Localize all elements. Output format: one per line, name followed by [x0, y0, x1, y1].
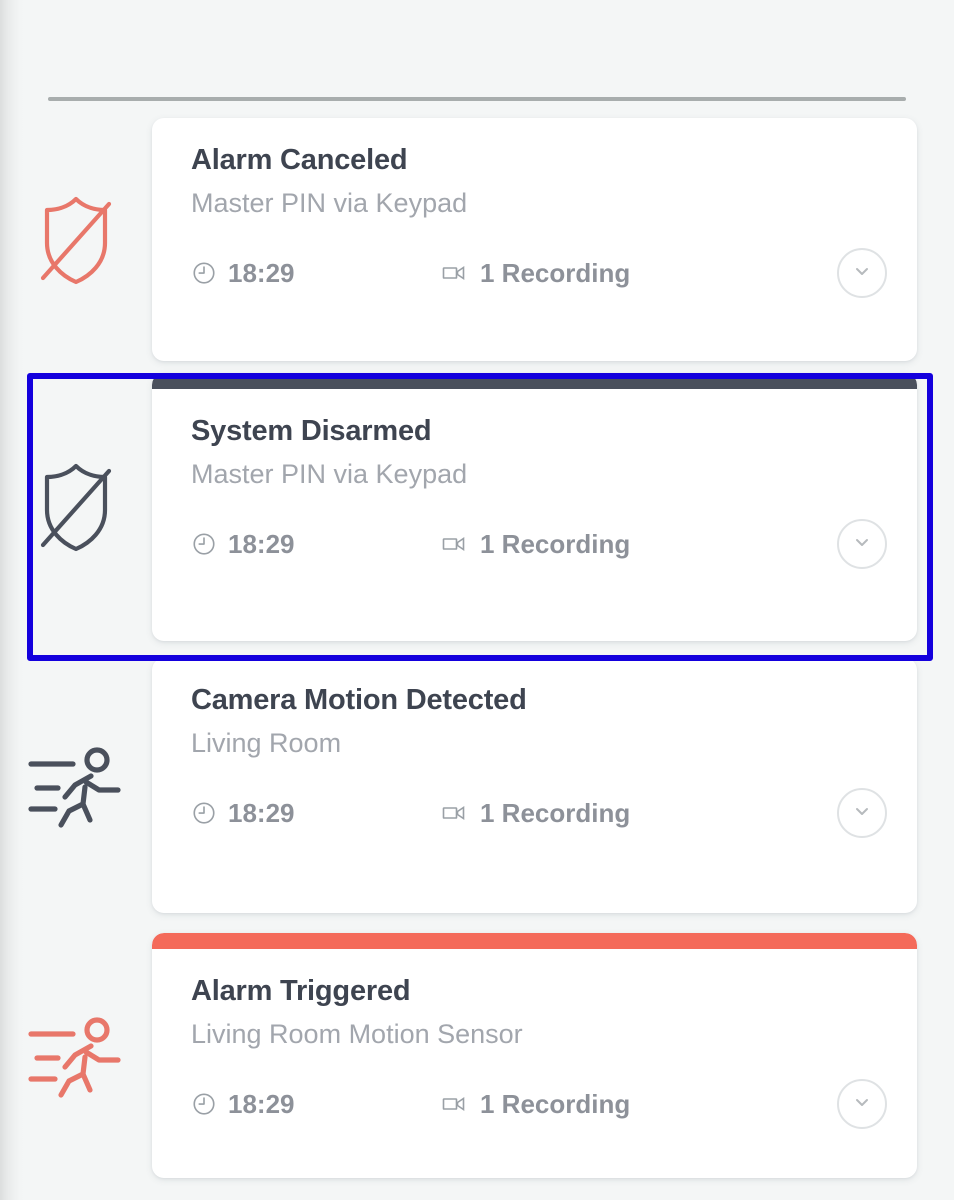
event-row-1[interactable]: System Disarmed Master PIN via Keypad 18… — [0, 373, 954, 641]
event-title: System Disarmed — [191, 415, 432, 447]
event-card-status-bar — [152, 933, 917, 949]
event-card-status-bar — [152, 373, 917, 389]
video-camera-icon — [441, 1092, 469, 1116]
running-person-motion-icon — [28, 746, 121, 828]
event-recordings: 1 Recording — [441, 258, 630, 289]
expand-event-button[interactable] — [837, 1079, 887, 1130]
event-time: 18:29 — [191, 798, 441, 829]
event-recordings-text: 1 Recording — [480, 797, 631, 828]
video-camera-icon — [441, 801, 469, 825]
section-divider — [48, 97, 906, 101]
event-card-body: System Disarmed Master PIN via Keypad 18… — [152, 389, 917, 591]
shield-off-icon — [40, 463, 112, 552]
chevron-down-icon — [850, 799, 874, 828]
expand-event-button[interactable] — [837, 519, 887, 570]
event-card-body: Alarm Triggered Living Room Motion Senso… — [152, 949, 917, 1151]
clock-icon — [191, 531, 217, 557]
chevron-down-icon — [850, 530, 874, 559]
event-row-0[interactable]: Alarm Canceled Master PIN via Keypad 18:… — [0, 118, 954, 361]
video-camera-icon — [441, 532, 469, 556]
event-title: Alarm Triggered — [191, 975, 411, 1007]
clock-icon — [191, 1091, 217, 1117]
shield-off-icon — [40, 196, 112, 284]
expand-event-button[interactable] — [837, 248, 887, 299]
video-camera-icon — [441, 261, 469, 285]
running-person-motion-icon-cell — [0, 933, 152, 1178]
event-time-text: 18:29 — [228, 528, 295, 559]
chevron-down-icon — [850, 1090, 874, 1119]
event-history-page: Alarm Canceled Master PIN via Keypad 18:… — [0, 0, 954, 1200]
event-row-3[interactable]: Alarm Triggered Living Room Motion Senso… — [0, 933, 954, 1178]
event-card-body: Alarm Canceled Master PIN via Keypad 18:… — [152, 118, 917, 320]
event-recordings: 1 Recording — [441, 798, 630, 829]
event-subtitle: Living Room Motion Sensor — [191, 1019, 523, 1050]
event-subtitle: Master PIN via Keypad — [191, 188, 468, 219]
event-meta-row: 18:29 1 Recording — [191, 788, 887, 839]
event-subtitle: Living Room — [191, 728, 342, 759]
event-subtitle: Master PIN via Keypad — [191, 459, 468, 490]
event-list: Alarm Canceled Master PIN via Keypad 18:… — [0, 118, 954, 1200]
event-time: 18:29 — [191, 258, 441, 289]
event-recordings-text: 1 Recording — [480, 257, 631, 288]
event-card[interactable]: Alarm Triggered Living Room Motion Senso… — [152, 933, 917, 1178]
event-recordings-text: 1 Recording — [480, 1088, 631, 1119]
shield-off-icon-cell — [0, 118, 152, 361]
running-person-motion-icon-cell — [0, 658, 152, 913]
event-row-2[interactable]: Camera Motion Detected Living Room 18:29 — [0, 658, 954, 913]
event-meta-row: 18:29 1 Recording — [191, 1079, 887, 1130]
event-meta-row: 18:29 1 Recording — [191, 248, 887, 299]
event-card[interactable]: Camera Motion Detected Living Room 18:29 — [152, 658, 917, 913]
expand-event-button[interactable] — [837, 788, 887, 839]
running-person-motion-icon — [28, 1016, 121, 1098]
event-recordings-text: 1 Recording — [480, 528, 631, 559]
event-card[interactable]: Alarm Canceled Master PIN via Keypad 18:… — [152, 118, 917, 361]
event-card[interactable]: System Disarmed Master PIN via Keypad 18… — [152, 373, 917, 641]
event-time-text: 18:29 — [228, 797, 295, 828]
event-time-text: 18:29 — [228, 257, 295, 288]
shield-off-icon-cell — [0, 373, 152, 641]
event-card-body: Camera Motion Detected Living Room 18:29 — [152, 658, 917, 860]
chevron-down-icon — [850, 259, 874, 288]
event-time: 18:29 — [191, 529, 441, 560]
event-recordings: 1 Recording — [441, 1089, 630, 1120]
clock-icon — [191, 800, 217, 826]
clock-icon — [191, 260, 217, 286]
event-recordings: 1 Recording — [441, 529, 630, 560]
event-title: Alarm Canceled — [191, 144, 408, 176]
event-title: Camera Motion Detected — [191, 684, 527, 716]
event-time-text: 18:29 — [228, 1088, 295, 1119]
event-time: 18:29 — [191, 1089, 441, 1120]
event-meta-row: 18:29 1 Recording — [191, 519, 887, 570]
